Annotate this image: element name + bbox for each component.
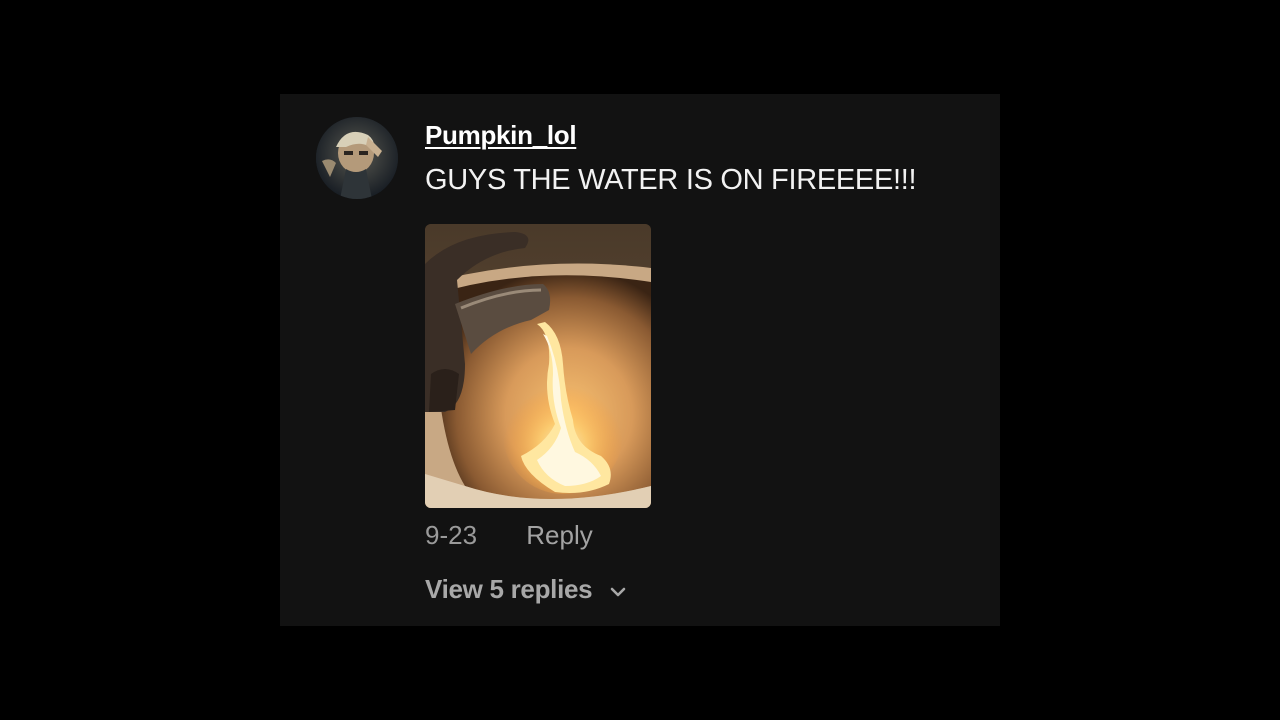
comment-meta: 9-23 Reply <box>425 520 593 551</box>
user-avatar[interactable] <box>316 117 398 199</box>
faucet-fire-photo <box>425 224 651 508</box>
chevron-down-icon <box>609 574 627 605</box>
comment-date: 9-23 <box>425 520 478 550</box>
comment-username[interactable]: Pumpkin_lol <box>425 120 577 151</box>
comment-card: Pumpkin_lol GUYS THE WATER IS ON FIREEEE… <box>280 94 1000 626</box>
view-replies-button[interactable]: View 5 replies <box>425 574 627 607</box>
view-replies-label: View 5 replies <box>425 574 593 604</box>
avatar-image <box>316 117 398 199</box>
comment-text: GUYS THE WATER IS ON FIREEEE!!! <box>425 164 917 196</box>
reply-button[interactable]: Reply <box>526 520 592 551</box>
comment-image[interactable] <box>425 224 651 508</box>
